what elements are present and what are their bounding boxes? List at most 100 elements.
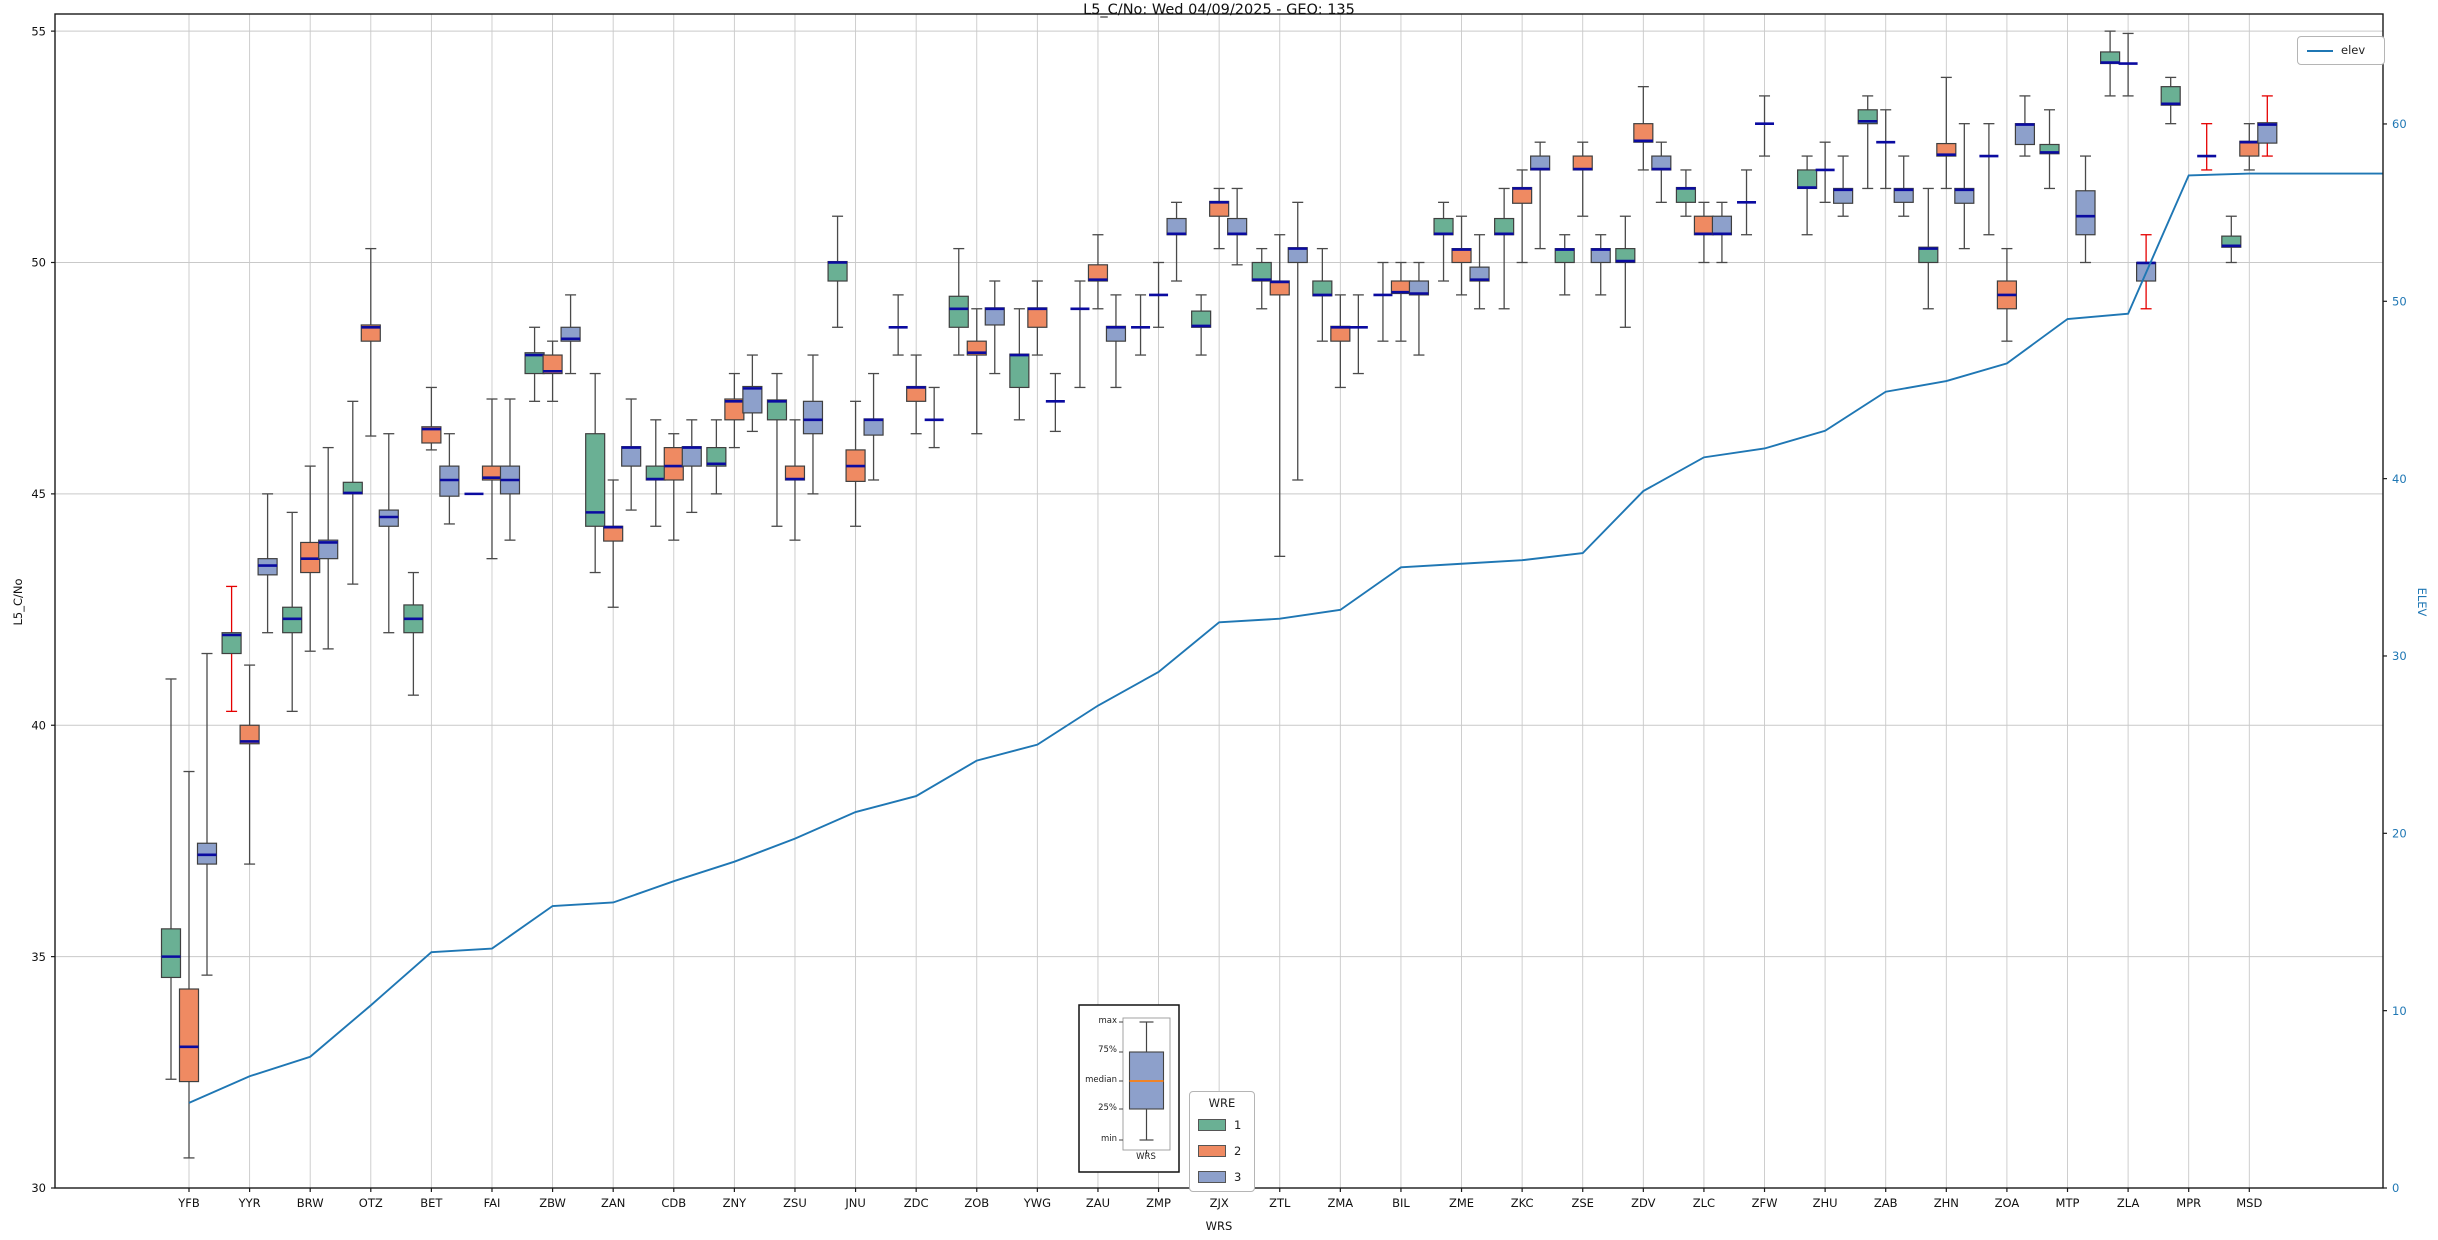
inset-label-median: median: [1085, 1075, 1117, 1085]
x-tick-label: ZLA: [2117, 1196, 2140, 1210]
x-tick-label: YYR: [238, 1196, 261, 1210]
x-tick-label: ZAN: [601, 1196, 625, 1210]
x-tick-label: ZOB: [964, 1196, 989, 1210]
x-tick-label: CDB: [661, 1196, 686, 1210]
boxplot-box-wre3: [984, 307, 1005, 326]
boxplot-box-wre2: [663, 446, 684, 481]
boxplot-box-wre1: [827, 260, 848, 282]
x-tick-label: YFB: [177, 1196, 200, 1210]
boxplot-box-wre3: [621, 446, 642, 467]
y-tick-label-right: 30: [2392, 649, 2407, 663]
x-tick-label: ZDC: [904, 1196, 929, 1210]
boxplot-box-wre2: [178, 988, 200, 1083]
x-tick-label: ZAU: [1086, 1196, 1110, 1210]
x-tick-label: ZSU: [783, 1196, 807, 1210]
x-tick-label: OTZ: [359, 1196, 383, 1210]
wre1-swatch-icon: [1198, 1119, 1226, 1131]
x-tick-label: FAI: [484, 1196, 501, 1210]
x-tick-label: BRW: [297, 1196, 324, 1210]
x-tick-label: MPR: [2176, 1196, 2201, 1210]
x-tick-label: MTP: [2056, 1196, 2080, 1210]
boxplot-box-wre1: [1251, 261, 1272, 282]
boxplot-box-wre2: [1693, 215, 1715, 236]
x-tick-label: ZAB: [1874, 1196, 1898, 1210]
boxplot-box-wre3: [863, 418, 884, 436]
wre-legend-entry-1: 1: [1198, 1118, 1241, 1132]
y-axis-label-right: ELEV: [2415, 587, 2429, 617]
boxplot-box-wre1: [1797, 169, 1818, 190]
inset-label-75: 75%: [1098, 1045, 1117, 1055]
boxplot-box-wre3: [802, 400, 824, 435]
x-tick-label: ZHU: [1813, 1196, 1838, 1210]
boxplot-box-wre1: [1009, 353, 1030, 389]
y-tick-label-right: 40: [2392, 472, 2407, 486]
x-tick-label: ZDV: [1631, 1196, 1656, 1210]
wre2-swatch-icon: [1198, 1145, 1226, 1157]
y-tick-label-right: 20: [2392, 827, 2407, 841]
boxplot-box-wre3: [1227, 217, 1248, 236]
x-tick-label: ZMP: [1146, 1196, 1171, 1210]
x-tick-label: ZMA: [1328, 1196, 1354, 1210]
wre1-label: 1: [1234, 1118, 1242, 1132]
boxplot-box-wre2: [1512, 186, 1533, 204]
y-tick-label-left: 35: [31, 950, 46, 964]
elev-legend-label: elev: [2341, 43, 2366, 57]
chart-title: L5_C/No: Wed 04/09/2025 - GEO: 135: [1083, 2, 1355, 18]
x-tick-label: ZSE: [1572, 1196, 1594, 1210]
y-axis-label-left: L5_C/No: [11, 578, 25, 626]
x-tick-label: BIL: [1392, 1196, 1410, 1210]
wre-legend-title: WRE: [1208, 1096, 1236, 1110]
y-tick-label-right: 10: [2392, 1004, 2407, 1018]
boxplot-box-wre1: [1494, 217, 1515, 236]
x-tick-label: JNU: [844, 1196, 865, 1210]
x-tick-label: ZNY: [723, 1196, 747, 1210]
x-axis-label: WRS: [1205, 1219, 1233, 1233]
y-tick-label-left: 50: [31, 256, 46, 270]
boxplot-box-wre1: [766, 399, 788, 421]
boxplot-box-wre3: [2075, 190, 2096, 236]
boxplot-box-wre3: [1166, 217, 1187, 236]
x-tick-label: ZLC: [1693, 1196, 1715, 1210]
x-tick-label: ZHN: [1934, 1196, 1959, 1210]
x-tick-label: MSD: [2236, 1196, 2262, 1210]
boxplot-box-wre2: [1027, 307, 1048, 328]
y-tick-label-right: 60: [2392, 117, 2407, 131]
wre3-swatch-icon: [1198, 1171, 1226, 1183]
wre2-label: 2: [1234, 1144, 1242, 1158]
y-tick-label-left: 55: [31, 24, 46, 38]
y-tick-label-right: 50: [2392, 294, 2407, 308]
x-tick-label: YWG: [1023, 1196, 1051, 1210]
y-tick-label-left: 40: [31, 718, 46, 732]
x-tick-label: ZKC: [1511, 1196, 1534, 1210]
elev-legend: elev: [2297, 36, 2385, 65]
inset-label-max: max: [1098, 1016, 1117, 1026]
boxplot-box-wre3: [681, 446, 702, 467]
boxplot-box-wre3: [2014, 123, 2036, 146]
boxplot-box-wre1: [160, 928, 182, 979]
x-tick-label: ZJX: [1210, 1196, 1229, 1210]
boxplot-box-wre2: [1633, 123, 1654, 143]
x-tick-label: ZFW: [1752, 1196, 1778, 1210]
inset-label-min: min: [1100, 1134, 1117, 1144]
y-tick-label-left: 30: [31, 1181, 46, 1195]
inset-label-25: 25%: [1098, 1103, 1117, 1113]
boxplot-canvas: 30 35 40 45 50 55 0 10 20 30 40 50 60 YFB YYR BRW OTZ BET…: [31, 13, 2407, 1210]
x-tick-label: ZBW: [539, 1196, 566, 1210]
boxplot-box-wre3: [1711, 215, 1733, 236]
x-tick-label: ZTL: [1269, 1196, 1291, 1210]
wre-legend: WRE 1 2 3: [1189, 1091, 1255, 1192]
boxplot-box-wre3: [742, 385, 763, 414]
y-tick-label-right: 0: [2392, 1181, 2399, 1195]
x-tick-label: ZME: [1449, 1196, 1474, 1210]
x-tick-label: BET: [420, 1196, 443, 1210]
boxplot-box-wre1: [1433, 217, 1454, 236]
chart-figure: 30 35 40 45 50 55 0 10 20 30 40 50 60 YFB YYR BRW OTZ BET…: [0, 0, 2438, 1240]
wre3-label: 3: [1234, 1170, 1242, 1184]
inset-xlabel: WRS: [1136, 1152, 1156, 1162]
x-tick-label: ZOA: [1995, 1196, 2020, 1210]
y-tick-label-left: 45: [31, 487, 46, 501]
boxplot-box-wre1: [948, 295, 969, 328]
wre-legend-entry-2: 2: [1198, 1144, 1241, 1158]
wre-legend-entry-3: 3: [1198, 1170, 1241, 1184]
boxplot-box-wre1: [2160, 86, 2181, 106]
